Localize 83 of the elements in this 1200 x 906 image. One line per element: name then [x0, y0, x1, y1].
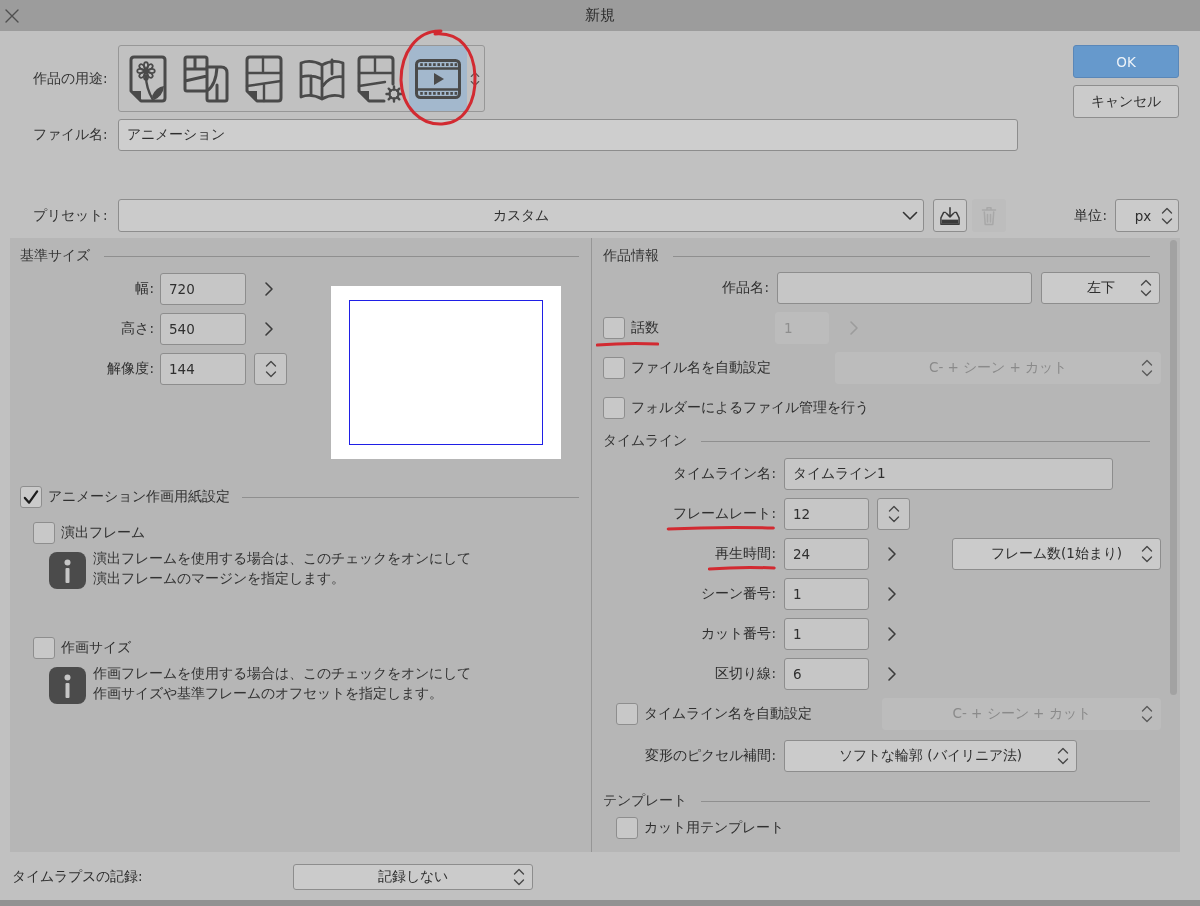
- field-label: シーン番号:: [701, 585, 776, 603]
- unit-dropdown[interactable]: px: [1115, 199, 1179, 232]
- chevron-down-icon: [902, 210, 918, 221]
- chevron-right-icon[interactable]: [887, 546, 897, 562]
- checkbox-label: フォルダーによるファイル管理を行う: [631, 399, 869, 417]
- section-title: 作品情報: [603, 247, 659, 265]
- field-label: 作品名:: [722, 279, 769, 297]
- info-text: 作画フレームを使用する場合は、このチェックをオンにして 作画サイズや基準フレームのオフセットを指定します。: [93, 664, 471, 703]
- checkbox[interactable]: [616, 817, 638, 839]
- checkbox[interactable]: [603, 397, 625, 419]
- close-icon[interactable]: [5, 8, 19, 23]
- field-label: タイムライン名:: [673, 465, 776, 483]
- section-title: タイムライン: [603, 432, 687, 450]
- spinner-button[interactable]: [254, 353, 287, 385]
- field-label: ファイル名:: [33, 126, 109, 144]
- text-field[interactable]: 24: [784, 538, 869, 570]
- field-label: 区切り線:: [715, 665, 776, 683]
- section-title: テンプレート: [603, 792, 687, 810]
- mode-dropdown[interactable]: フレーム数(1始まり): [952, 538, 1161, 570]
- timelapse-dropdown[interactable]: 記録しない: [293, 864, 533, 890]
- field-label: 作品の用途:: [33, 69, 109, 88]
- two-pages-icon: [183, 54, 229, 103]
- chevron-right-icon[interactable]: [887, 586, 897, 602]
- film-play-icon: [415, 58, 461, 99]
- updown-icon: [513, 866, 525, 888]
- text-field[interactable]: 144: [160, 353, 246, 385]
- window-title: 新規: [585, 6, 615, 25]
- updown-icon: [1141, 357, 1153, 379]
- purpose-button[interactable]: [409, 46, 467, 111]
- checkbox[interactable]: [33, 637, 55, 659]
- text-field[interactable]: 6: [784, 658, 869, 690]
- updown-icon: [1057, 745, 1069, 767]
- field-label: 高さ:: [121, 320, 154, 338]
- updown-icon: [887, 503, 900, 525]
- checkbox-label: 演出フレーム: [61, 524, 145, 542]
- checkbox-label: 作画サイズ: [61, 639, 131, 657]
- text-field[interactable]: 540: [160, 313, 246, 345]
- chevron-right-icon[interactable]: [264, 321, 274, 337]
- checkbox[interactable]: [20, 486, 42, 508]
- panel-page-gear-icon: [357, 54, 403, 103]
- checkbox-label: 話数: [631, 319, 659, 337]
- tray-download-icon: [939, 205, 961, 226]
- cancel-button[interactable]: キャンセル: [1073, 85, 1179, 118]
- text-field[interactable]: 12: [784, 498, 869, 530]
- text-field[interactable]: アニメーション: [118, 119, 1018, 151]
- panel-page-icon: [245, 54, 283, 103]
- interpolation-dropdown[interactable]: ソフトな輪郭 (バイリニア法): [784, 740, 1077, 772]
- updown-icon: [264, 358, 277, 380]
- text-field[interactable]: [777, 272, 1032, 304]
- field-label: フレームレート:: [673, 505, 776, 523]
- spinner-button[interactable]: [877, 498, 910, 530]
- info-text: 演出フレームを使用する場合は、このチェックをオンにして 演出フレームのマージンを指定します。: [93, 549, 471, 588]
- checkbox-label: タイムライン名を自動設定: [644, 705, 812, 723]
- text-field[interactable]: タイムライン1: [784, 458, 1113, 490]
- chevron-right-icon[interactable]: [887, 626, 897, 642]
- checkbox[interactable]: [33, 522, 55, 544]
- updown-icon: [1141, 703, 1153, 725]
- field-label: 変形のピクセル補間:: [645, 747, 776, 765]
- preset-dropdown[interactable]: カスタム: [118, 199, 924, 232]
- chevron-right-icon[interactable]: [887, 666, 897, 682]
- position-dropdown[interactable]: 左下: [1041, 272, 1160, 304]
- updown-icon: [1140, 277, 1152, 299]
- field-label: 解像度:: [107, 360, 154, 378]
- text-field[interactable]: 1: [784, 578, 869, 610]
- field-label: 再生時間:: [715, 545, 776, 563]
- check-icon: [23, 489, 39, 505]
- section-title: 基準サイズ: [20, 247, 90, 265]
- checkbox-label: アニメーション作画用紙設定: [48, 488, 230, 506]
- info-icon: [49, 667, 86, 704]
- chevron-right-icon[interactable]: [264, 281, 274, 297]
- flower-page-icon: [129, 54, 167, 103]
- checkbox-label: カット用テンプレート: [644, 819, 784, 837]
- text-field[interactable]: 720: [160, 273, 246, 305]
- field-label: タイムラプスの記録:: [12, 868, 144, 886]
- text-field[interactable]: 1: [784, 618, 869, 650]
- checkbox-label: ファイル名を自動設定: [631, 359, 771, 377]
- field-label: 幅:: [135, 280, 154, 298]
- field-label: 単位:: [1074, 206, 1107, 225]
- field-label: プリセット:: [33, 206, 109, 225]
- updown-icon: [1141, 543, 1153, 565]
- info-icon: [49, 552, 86, 589]
- save-preset-button[interactable]: [933, 199, 967, 232]
- field-label: カット番号:: [701, 625, 776, 643]
